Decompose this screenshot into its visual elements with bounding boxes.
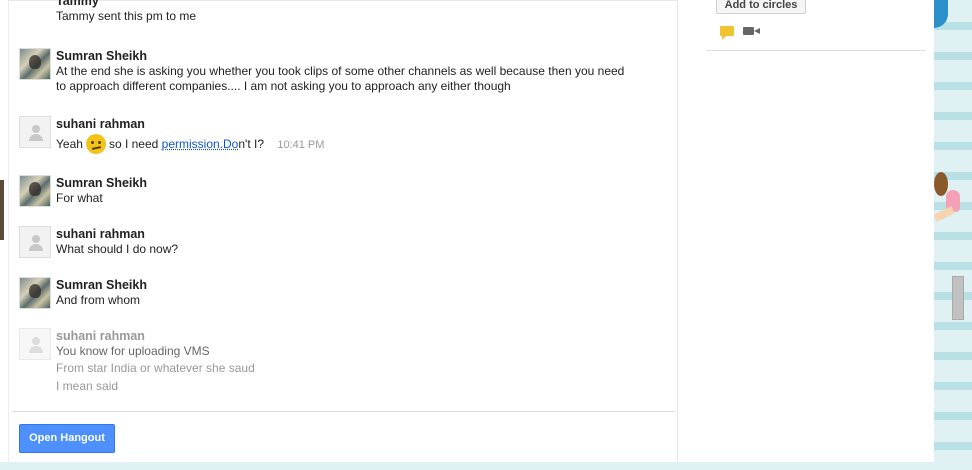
message-text-segment: n't I? — [238, 137, 264, 151]
profile-sidebar: Add to circles — [706, 0, 926, 462]
message-sender: suhani rahman — [56, 227, 145, 241]
message-text: At the end she is asking you whether you… — [56, 64, 625, 78]
message-text: For what — [56, 191, 103, 205]
message-text: What should I do now? — [56, 242, 179, 256]
avatar[interactable] — [19, 175, 51, 207]
message-link[interactable]: permission.Do — [162, 137, 239, 151]
message-text-segment: so I need — [108, 137, 159, 151]
message-text: And from whom — [56, 293, 141, 307]
background-decoration — [0, 180, 4, 240]
sidebar-divider — [706, 50, 926, 51]
message-text: You know for uploading VMS — [56, 344, 210, 358]
chat-thread[interactable]: Tammy Tammy sent this pm to me Sumran Sh… — [8, 0, 678, 462]
scrollbar-thumb[interactable] — [952, 276, 964, 320]
open-hangout-button[interactable]: Open Hangout — [19, 424, 115, 453]
main-panel: Tammy Tammy sent this pm to me Sumran Sh… — [0, 0, 934, 462]
chat-icon[interactable] — [720, 26, 734, 40]
avatar[interactable] — [19, 116, 51, 148]
avatar[interactable] — [19, 226, 51, 258]
chat-divider — [12, 411, 675, 412]
avatar[interactable] — [19, 48, 51, 80]
avatar[interactable] — [19, 328, 51, 360]
message-sender: suhani rahman — [56, 329, 145, 343]
message-sender: Sumran Sheikh — [56, 176, 147, 190]
message-timestamp: 10:41 PM — [277, 139, 325, 151]
message-sender: Sumran Sheikh — [56, 278, 147, 292]
message-text-segment: Yeah — [56, 137, 83, 151]
message-text: to approach different companies.... I am… — [56, 79, 511, 93]
avatar[interactable] — [19, 277, 51, 309]
message-text: From star India or whatever she saud — [56, 361, 255, 375]
add-to-circles-button[interactable]: Add to circles — [716, 0, 806, 14]
smiley-emoji-icon — [85, 134, 106, 154]
message-text: Tammy sent this pm to me — [56, 9, 197, 23]
message-sender: Sumran Sheikh — [56, 49, 147, 63]
video-camera-icon[interactable] — [743, 27, 760, 35]
message-sender: Tammy — [56, 0, 99, 8]
message-sender: suhani rahman — [56, 117, 145, 131]
background-decoration — [934, 172, 948, 196]
message-text: Yeah so I need permission.Don't I? 10:41 … — [56, 134, 676, 154]
message-text: I mean said — [56, 379, 119, 393]
